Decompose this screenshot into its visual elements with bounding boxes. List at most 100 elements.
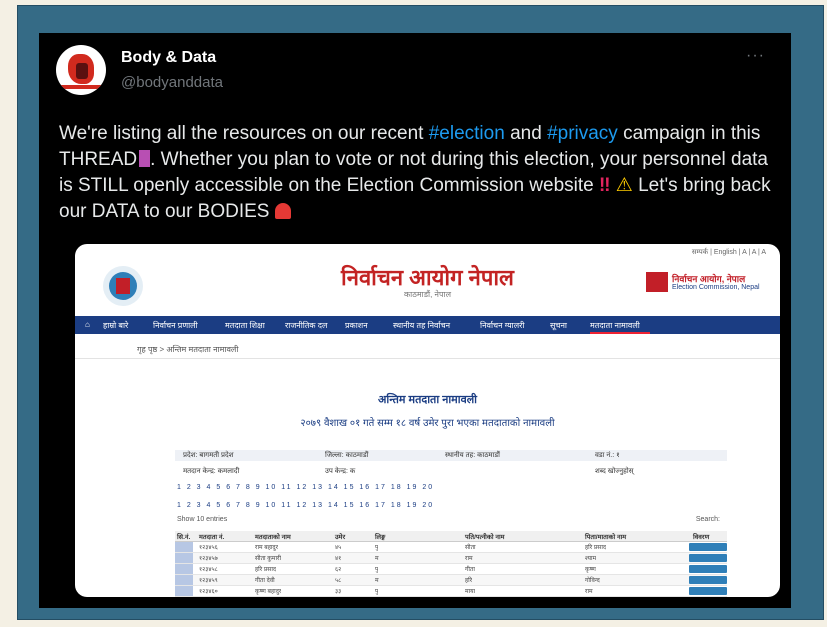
- nav-item[interactable]: निर्वाचन ग्यालरी: [480, 320, 525, 331]
- hashtag-election[interactable]: #election: [429, 123, 505, 144]
- row-index-cell: [175, 586, 193, 596]
- tweet-card: Body & Data @bodyanddata ··· We're listi…: [39, 33, 791, 608]
- pagination[interactable]: 1 2 3 4 5 6 7 8 9 10 11 12 13 14 15 16 1…: [177, 502, 434, 509]
- parent-cell: कृष्ण: [585, 567, 596, 573]
- warning-icon: ⚠: [615, 175, 633, 196]
- siren-icon: [274, 203, 291, 219]
- spouse-cell: सीता: [465, 545, 476, 551]
- column-header[interactable]: लिङ्ग: [375, 532, 385, 541]
- gender-cell: म: [375, 578, 379, 584]
- nav-item[interactable]: हाम्रो बारे: [103, 320, 128, 331]
- district-filter[interactable]: जिल्ला: काठमाडौं: [325, 451, 368, 460]
- commission-logo: निर्वाचन आयोग, नेपाल Election Commission…: [646, 270, 766, 296]
- breadcrumb[interactable]: गृह पृष्ठ > अन्तिम मतदाता नामावली: [137, 344, 238, 355]
- row-index-cell: [175, 542, 193, 552]
- parent-cell: राम: [585, 589, 593, 595]
- table-row: १२३४५९ गीता देवी ५८ म हरि गोविन्द: [175, 575, 727, 586]
- voter-name-cell: सीता कुमारी: [255, 556, 282, 562]
- table-header: सि.नं. मतदाता नं. मतदाताको नाम उमेर लिङ्…: [175, 531, 727, 542]
- logo-mark-icon: [646, 272, 668, 292]
- nav-item[interactable]: राजनीतिक दल: [285, 320, 327, 331]
- site-top-links[interactable]: सम्पर्क | English | A | A | A: [692, 248, 766, 257]
- column-header[interactable]: पति/पत्नीको नाम: [465, 532, 505, 541]
- sub-center-filter[interactable]: उप केन्द्र: क: [325, 467, 355, 476]
- page-heading: अन्तिम मतदाता नामावली: [377, 394, 478, 406]
- hourglass-icon: [139, 150, 151, 167]
- gender-cell: पु: [375, 567, 379, 573]
- local-level-filter[interactable]: स्थानीय तह: काठमाडौं: [445, 451, 500, 460]
- age-cell: ६२: [335, 567, 342, 573]
- nav-active-underline: [590, 332, 650, 334]
- parent-cell: गोविन्द: [585, 578, 600, 584]
- nav-item[interactable]: सूचना: [550, 320, 567, 331]
- page-subheading: २०७९ वैशाख ०१ गते सम्म १८ वर्ष उमेर पुरा…: [300, 418, 555, 429]
- user-handle[interactable]: @bodyanddata: [121, 74, 223, 91]
- site-nav: ⌂ हाम्रो बारे निर्वाचन प्रणाली मतदाता शि…: [75, 316, 780, 334]
- search-field[interactable]: शब्द खोज्नुहोस्: [595, 467, 633, 476]
- nav-item-active[interactable]: मतदाता नामावली: [590, 320, 640, 331]
- table-controls: Show 10 entries Search:: [177, 516, 720, 523]
- column-header[interactable]: मतदाताको नाम: [255, 532, 291, 541]
- gender-cell: पु: [375, 589, 379, 595]
- nav-item[interactable]: मतदाता शिक्षा: [225, 320, 265, 331]
- table-row: १२३४५७ सीता कुमारी ४१ म राम श्याम: [175, 553, 727, 564]
- pagination[interactable]: 1 2 3 4 5 6 7 8 9 10 11 12 13 14 15 16 1…: [177, 484, 434, 491]
- details-button[interactable]: [689, 543, 727, 551]
- gender-cell: पु: [375, 545, 379, 551]
- voter-name-cell: गीता देवी: [255, 578, 275, 584]
- tweet-text: We're listing all the resources on our r…: [59, 121, 784, 225]
- spouse-cell: हरि: [465, 578, 473, 584]
- avatar-shape-inner: [76, 63, 88, 79]
- column-header[interactable]: सि.नं.: [177, 532, 190, 541]
- more-options-icon[interactable]: ···: [746, 47, 765, 65]
- column-header[interactable]: पिता/माताको नाम: [585, 532, 626, 541]
- details-button[interactable]: [689, 554, 727, 562]
- filter-row: प्रदेश: बागमती प्रदेश जिल्ला: काठमाडौं स…: [175, 450, 727, 461]
- voter-id-cell: १२३४५६: [199, 545, 218, 551]
- attached-screenshot[interactable]: सम्पर्क | English | A | A | A निर्वाचन आ…: [75, 244, 780, 597]
- avatar-tag: [56, 85, 106, 89]
- age-cell: ३३: [335, 589, 342, 595]
- age-cell: ४५: [335, 545, 342, 551]
- parent-cell: हरि प्रसाद: [585, 545, 607, 551]
- province-filter[interactable]: प्रदेश: बागमती प्रदेश: [183, 451, 234, 460]
- voter-id-cell: १२३४५७: [199, 556, 218, 562]
- tweet-text-part: We're listing all the resources on our r…: [59, 123, 429, 144]
- table-row: १२३४५८ हरि प्रसाद ६२ पु गीता कृष्ण: [175, 564, 727, 575]
- ward-filter[interactable]: वडा नं.: १: [595, 451, 620, 460]
- nav-item[interactable]: निर्वाचन प्रणाली: [153, 320, 198, 331]
- table-search-label[interactable]: Search:: [696, 516, 720, 523]
- spouse-cell: राम: [465, 556, 473, 562]
- home-icon[interactable]: ⌂: [85, 320, 90, 329]
- display-name[interactable]: Body & Data: [121, 49, 216, 67]
- column-header[interactable]: मतदाता नं.: [199, 532, 224, 541]
- entries-select[interactable]: Show 10 entries: [177, 516, 227, 523]
- age-cell: ५८: [335, 578, 342, 584]
- column-header[interactable]: उमेर: [335, 532, 345, 541]
- voter-name-cell: हरि प्रसाद: [255, 567, 277, 573]
- table-row: १२३४५६ राम बहादुर ४५ पु सीता हरि प्रसाद: [175, 542, 727, 553]
- column-header[interactable]: विवरण: [693, 532, 709, 541]
- nav-item[interactable]: स्थानीय तह निर्वाचन: [393, 320, 450, 331]
- row-index-cell: [175, 575, 193, 585]
- details-button[interactable]: [689, 587, 727, 595]
- double-exclamation-icon: ‼: [599, 175, 611, 196]
- voter-id-cell: १२३४५९: [199, 578, 218, 584]
- voter-name-cell: कृष्ण बहादुर: [255, 589, 282, 595]
- voter-id-cell: १२३४६०: [199, 589, 218, 595]
- table-row: १२३४६० कृष्ण बहादुर ३३ पु माया राम: [175, 586, 727, 597]
- gender-cell: म: [375, 556, 379, 562]
- filter-row: मतदान केन्द्र: कमलादी उप केन्द्र: क शब्द…: [175, 466, 727, 477]
- hashtag-privacy[interactable]: #privacy: [547, 123, 618, 144]
- details-button[interactable]: [689, 565, 727, 573]
- nav-item[interactable]: प्रकाशन: [345, 320, 368, 331]
- row-index-cell: [175, 553, 193, 563]
- tweet-text-part: and: [504, 123, 548, 144]
- row-index-cell: [175, 564, 193, 574]
- details-button[interactable]: [689, 576, 727, 584]
- parent-cell: श्याम: [585, 556, 597, 562]
- polling-center-filter[interactable]: मतदान केन्द्र: कमलादी: [183, 467, 239, 476]
- age-cell: ४१: [335, 556, 342, 562]
- spouse-cell: गीता: [465, 567, 475, 573]
- avatar[interactable]: [56, 45, 106, 95]
